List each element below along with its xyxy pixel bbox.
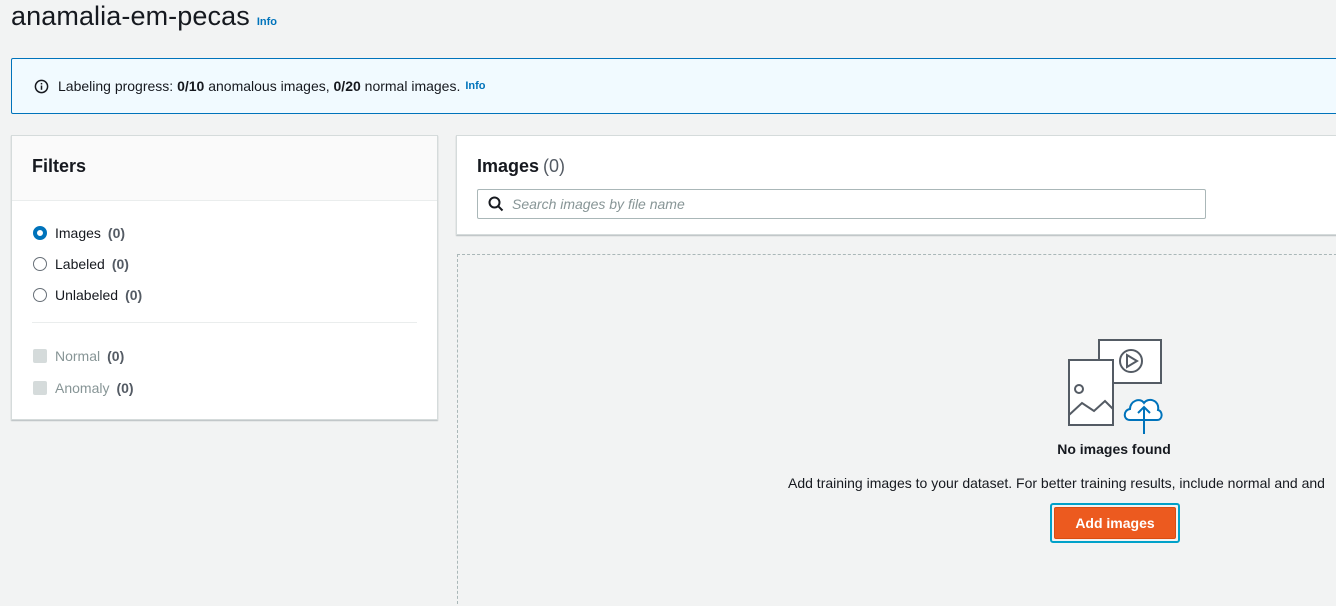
checkbox-normal[interactable]	[33, 349, 47, 363]
radio-button-images[interactable]	[33, 225, 47, 240]
info-circle-icon	[34, 79, 49, 94]
filter-count-labeled: (0)	[111, 255, 129, 272]
filter-count-unlabeled: (0)	[125, 286, 143, 303]
filter-count-normal: (0)	[107, 348, 125, 364]
title-info-link[interactable]: Info	[257, 16, 277, 28]
filter-radio-unlabeled[interactable]: Unlabeled (0)	[32, 279, 417, 310]
filter-label-labeled: Labeled	[55, 255, 105, 272]
page-header: anamalia-em-pecas Info	[11, 0, 277, 34]
add-images-button[interactable]: Add images	[1054, 507, 1176, 539]
empty-state-title: No images found	[1057, 441, 1171, 457]
labeling-progress-banner: Labeling progress: 0/10 anomalous images…	[11, 58, 1336, 114]
add-images-button-focus-ring: Add images	[1050, 503, 1180, 543]
images-title: Images	[477, 156, 540, 176]
filters-title: Filters	[12, 136, 437, 201]
filter-checkbox-anomaly[interactable]: Anomaly (0)	[32, 372, 417, 404]
normal-progress-count: 0/20	[333, 78, 361, 94]
filter-label-images: Images	[55, 224, 101, 241]
filter-label-anomaly: Anomaly	[55, 380, 110, 396]
anomalous-progress-text: anomalous images,	[208, 78, 330, 94]
checkbox-anomaly[interactable]	[33, 381, 47, 395]
page-title: anamalia-em-pecas	[11, 1, 250, 31]
filter-checkbox-normal[interactable]: Normal (0)	[32, 340, 417, 372]
filter-label-unlabeled: Unlabeled	[55, 286, 119, 303]
normal-progress-text: normal images.	[364, 78, 461, 94]
filter-label-normal: Normal	[55, 348, 101, 364]
search-input[interactable]	[512, 196, 1192, 212]
anomalous-progress-count: 0/10	[177, 78, 205, 94]
images-panel: Images (0)	[456, 135, 1336, 235]
progress-info-link[interactable]: Info	[465, 80, 485, 92]
upload-images-illustration-icon	[1068, 339, 1164, 435]
filter-radio-images[interactable]: Images (0)	[32, 217, 417, 248]
images-heading: Images (0)	[477, 156, 565, 177]
filters-divider	[32, 322, 417, 323]
filter-count-images: (0)	[107, 224, 126, 241]
filter-radio-labeled[interactable]: Labeled (0)	[32, 248, 417, 279]
filter-count-anomaly: (0)	[116, 380, 134, 396]
search-box[interactable]	[477, 189, 1206, 219]
search-icon	[488, 196, 504, 212]
filters-panel: Filters Images (0) Labeled (0) Unlabeled…	[11, 135, 438, 420]
image-dropzone[interactable]: No images found Add training images to y…	[457, 254, 1336, 606]
radio-button-labeled[interactable]	[33, 256, 47, 271]
empty-state-description: Add training images to your dataset. For…	[788, 475, 1325, 491]
radio-button-unlabeled[interactable]	[33, 287, 47, 302]
images-count: (0)	[543, 156, 566, 176]
progress-prefix: Labeling progress:	[58, 78, 174, 94]
